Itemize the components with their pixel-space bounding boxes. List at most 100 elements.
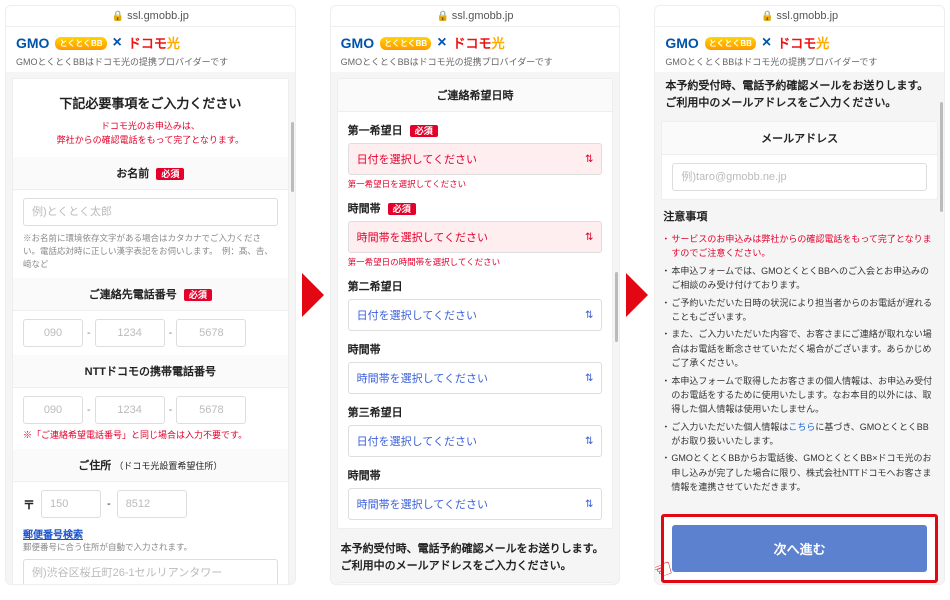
name-helper: ※お名前に環境依存文字がある場合はカタカナでご入力ください。電話応対時に正しい漢… <box>23 232 278 270</box>
time-label: 時間帯 <box>348 467 603 483</box>
notes-item: ご予約いただいた日時の状況により担当者からのお電話が遅れることもございます。 <box>663 296 936 325</box>
mail-intro: 本予約受付時、電話予約確認メールをお送りします。ご利用中のメールアドレスをご入力… <box>337 537 614 582</box>
time-label: 時間帯 <box>348 341 603 357</box>
docomo-hikari-logo: 光 <box>167 36 180 51</box>
first-date-error: 第一希望日を選択してください <box>348 178 603 190</box>
next-button-highlight: 次へ進む ☜ <box>661 514 938 583</box>
required-badge: 必須 <box>410 125 438 137</box>
postal-input-2[interactable] <box>117 490 187 518</box>
arrow-right-icon <box>302 273 324 317</box>
email-input[interactable] <box>672 163 927 191</box>
chevron-updown-icon: ⇅ <box>585 154 593 165</box>
tagline: GMOとくとくBBはドコモ光の提携プロバイダーです <box>16 55 285 68</box>
third-date-select[interactable]: 日付を選択してください ⇅ <box>348 425 603 457</box>
screen-1-form: ssl.gmobb.jp GMO とくとくBB × ドコモ光 GMOとくとくBB… <box>5 5 296 585</box>
url-bar: ssl.gmobb.jp <box>655 6 944 27</box>
postal-input-1[interactable] <box>41 490 101 518</box>
url-bar: ssl.gmobb.jp <box>6 6 295 27</box>
tel-input-3[interactable] <box>176 319 246 347</box>
postal-mark: 〒 <box>23 496 35 513</box>
second-date-label: 第二希望日 <box>348 278 603 294</box>
scrollbar[interactable] <box>940 102 943 212</box>
name-label: お名前 <box>116 168 149 180</box>
gmo-logo: GMO <box>16 35 49 51</box>
docomo-hikari-logo: 光 <box>492 36 505 51</box>
postal-helper: 郵便番号に合う住所が自動で入力されます。 <box>23 541 278 553</box>
first-time-select[interactable]: 時間帯を選択してください ⇅ <box>348 221 603 253</box>
notes-item: ご入力いただいた個人情報はこちらに基づき、GMOとくとくBBがお取り扱いいたしま… <box>663 420 936 449</box>
docomo-logo: ドコモ <box>453 36 492 51</box>
scrollbar[interactable] <box>291 122 294 192</box>
third-time-select[interactable]: 時間帯を選択してください ⇅ <box>348 488 603 520</box>
third-date-label: 第三希望日 <box>348 404 603 420</box>
required-badge: 必須 <box>184 289 212 301</box>
first-time-error: 第一希望日の時間帯を選択してください <box>348 256 603 268</box>
mail-label: メールアドレス <box>338 583 613 584</box>
privacy-link[interactable]: こちら <box>788 422 815 432</box>
first-date-select[interactable]: 日付を選択してください ⇅ <box>348 143 603 175</box>
collab-x: × <box>113 34 122 52</box>
chevron-updown-icon: ⇅ <box>585 310 593 321</box>
tagline: GMOとくとくBBはドコモ光の提携プロバイダーです <box>341 55 610 68</box>
ntt-note: ※「ご連絡希望電話番号」と同じ場合は入力不要です。 <box>23 428 278 441</box>
notes-heading: 注意事項 <box>663 208 936 224</box>
notes-item: 本申込フォームでは、GMOとくとくBBへのご入会とお申込みのご相談のみ受け付けて… <box>663 264 936 293</box>
select-placeholder: 日付を選択してください <box>357 151 477 167</box>
ntt-input-3[interactable] <box>176 396 246 424</box>
notes-item: また、ご入力いただいた内容で、お客さまにご連絡が取れない場合はお電話を断念させて… <box>663 327 936 370</box>
gmo-sub-logo: とくとくBB <box>55 37 106 50</box>
first-date-label: 第一希望日 <box>348 125 403 137</box>
gmo-logo: GMO <box>341 35 374 51</box>
chevron-updown-icon: ⇅ <box>585 373 593 384</box>
chevron-updown-icon: ⇅ <box>585 232 593 243</box>
notes-item: サービスのお申込みは弊社からの確認電話をもって完了となりますのでご注意ください。 <box>663 232 936 261</box>
notes-item: 本申込フォームで取得したお客さまの個人情報は、お申込み受付のお電話をするために使… <box>663 374 936 417</box>
docomo-hikari-logo: 光 <box>816 36 829 51</box>
select-placeholder: 日付を選択してください <box>357 307 477 323</box>
address-sublabel: （ドコモ光設置希望住所） <box>114 461 222 471</box>
docomo-logo: ドコモ <box>777 36 816 51</box>
brand-header: GMO とくとくBB × ドコモ光 GMOとくとくBBはドコモ光の提携プロバイダ… <box>6 27 295 72</box>
address-input[interactable] <box>23 559 278 584</box>
note-line-2: 弊社からの確認電話をもって完了となります。 <box>57 135 244 145</box>
scrollbar[interactable] <box>615 272 618 342</box>
brand-header: GMO とくとくBB × ドコモ光 GMOとくとくBBはドコモ光の提携プロバイダ… <box>331 27 620 72</box>
url-bar: ssl.gmobb.jp <box>331 6 620 27</box>
postal-search-link[interactable]: 郵便番号検索 <box>23 526 278 541</box>
page-title: 下記必要事項をご入力ください <box>13 79 288 120</box>
next-button[interactable]: 次へ進む <box>672 525 927 572</box>
required-badge: 必須 <box>156 168 184 180</box>
gmo-logo: GMO <box>665 35 698 51</box>
gmo-sub-logo: とくとくBB <box>705 37 756 50</box>
tel-label: ご連絡先電話番号 <box>89 289 177 301</box>
brand-header: GMO とくとくBB × ドコモ光 GMOとくとくBBはドコモ光の提携プロバイダ… <box>655 27 944 72</box>
chevron-updown-icon: ⇅ <box>585 436 593 447</box>
notes-item: GMOとくとくBBからお電話後、GMOとくとくBB×ドコモ光のお申し込みが完了し… <box>663 451 936 494</box>
required-badge: 必須 <box>388 203 416 215</box>
datetime-heading: ご連絡希望日時 <box>338 79 613 112</box>
tel-input-2[interactable] <box>95 319 165 347</box>
collab-x: × <box>762 34 771 52</box>
select-placeholder: 時間帯を選択してください <box>357 229 488 245</box>
second-date-select[interactable]: 日付を選択してください ⇅ <box>348 299 603 331</box>
second-time-select[interactable]: 時間帯を選択してください ⇅ <box>348 362 603 394</box>
gmo-sub-logo: とくとくBB <box>380 37 431 50</box>
collab-x: × <box>437 34 446 52</box>
screen-3-confirm: ssl.gmobb.jp GMO とくとくBB × ドコモ光 GMOとくとくBB… <box>654 5 945 585</box>
ntt-input-2[interactable] <box>95 396 165 424</box>
tagline: GMOとくとくBBはドコモ光の提携プロバイダーです <box>665 55 934 68</box>
mail-label: メールアドレス <box>662 122 937 155</box>
chevron-updown-icon: ⇅ <box>585 499 593 510</box>
select-placeholder: 時間帯を選択してください <box>357 370 488 386</box>
ntt-input-1[interactable] <box>23 396 83 424</box>
time-label: 時間帯 <box>348 203 381 215</box>
mail-intro: 本予約受付時、電話予約確認メールをお送りします。ご利用中のメールアドレスをご入力… <box>661 78 938 121</box>
arrow-right-icon <box>626 273 648 317</box>
select-placeholder: 時間帯を選択してください <box>357 496 488 512</box>
screen-2-datetime: ssl.gmobb.jp GMO とくとくBB × ドコモ光 GMOとくとくBB… <box>330 5 621 585</box>
ntt-label: NTTドコモの携帯電話番号 <box>13 355 288 388</box>
tel-input-1[interactable] <box>23 319 83 347</box>
name-input[interactable] <box>23 198 278 226</box>
note-line-1: ドコモ光のお申込みは、 <box>101 121 200 131</box>
address-label: ご住所 <box>78 460 111 472</box>
